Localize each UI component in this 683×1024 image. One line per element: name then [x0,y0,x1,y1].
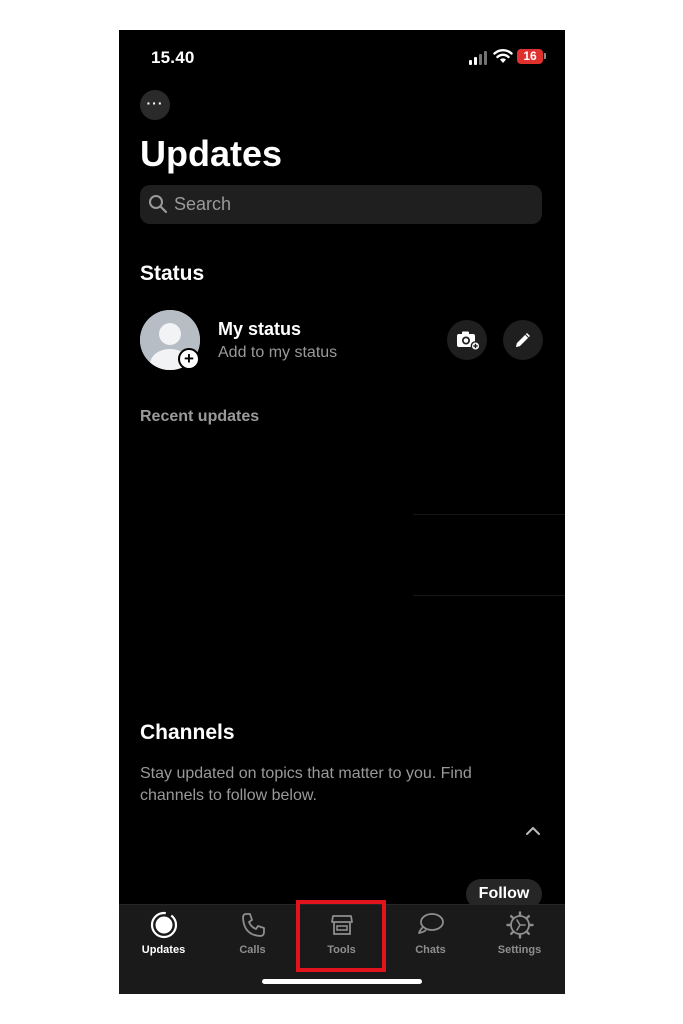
tab-chats[interactable]: Chats [386,905,475,979]
pencil-icon [516,333,530,347]
battery-cap [544,53,546,59]
tab-label: Chats [415,944,446,956]
gear-icon [506,911,534,939]
search-icon [148,194,168,214]
add-status-icon[interactable]: + [178,348,200,370]
tools-highlight-box [296,900,386,972]
camera-status-button[interactable] [447,320,487,360]
home-indicator [262,979,422,984]
tab-label: Settings [497,944,542,956]
page-title: Updates [140,133,283,174]
cellular-signal-icon [469,51,491,65]
divider [413,514,565,515]
channels-description: Stay updated on topics that matter to yo… [140,765,472,804]
wifi-icon [493,48,513,64]
clock: 15.40 [151,48,195,67]
channels-heading: Channels [140,721,235,744]
tab-updates[interactable]: Updates [119,905,208,979]
tab-label: Calls [239,944,266,956]
my-status-subtitle: Add to my status [218,344,338,361]
chevron-up-icon[interactable] [523,824,543,838]
tab-label: Updates [141,944,186,956]
my-status-title[interactable]: My status [218,319,301,340]
tab-settings[interactable]: Settings [475,905,564,979]
phone-icon [242,913,265,937]
phone-screen: 15.40 16 ··· Updates Status [119,30,565,994]
status-heading: Status [140,262,205,285]
search-bar[interactable] [140,185,542,224]
search-input[interactable] [174,185,514,224]
recent-updates-heading: Recent updates [140,408,260,425]
updates-icon [150,911,178,939]
battery-indicator: 16 [517,49,543,64]
divider [413,595,565,596]
tab-calls[interactable]: Calls [208,905,297,979]
chat-bubbles-icon [418,913,444,934]
more-options-button[interactable]: ··· [140,90,170,120]
camera-icon [457,331,481,351]
text-status-button[interactable] [503,320,543,360]
ellipsis-icon: ··· [146,95,164,111]
